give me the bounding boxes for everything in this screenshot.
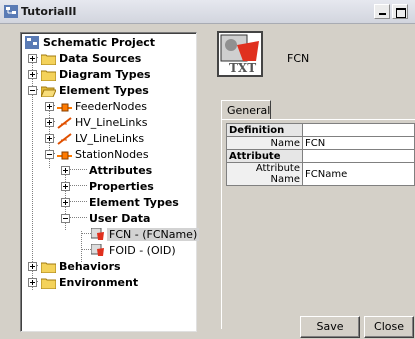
user-data-icon (91, 228, 104, 240)
section-header: Attribute (226, 149, 303, 163)
section-header: Definition (226, 123, 303, 137)
project-icon (25, 36, 39, 49)
tab-general[interactable]: General (221, 100, 271, 119)
line-link-icon (57, 117, 72, 129)
folder-icon (41, 278, 56, 289)
tree-label: StationNodes (75, 148, 149, 161)
tree-label: Properties (89, 180, 154, 193)
svg-text:TXT: TXT (229, 61, 256, 75)
close-button[interactable]: Close (364, 316, 414, 338)
table-row: Attribute (226, 149, 415, 163)
window-title: TutorialII (21, 5, 77, 18)
node-type-icon (57, 103, 72, 112)
expand-icon[interactable] (28, 278, 37, 287)
tree-label: Attributes (89, 164, 153, 177)
tree-label: Environment (59, 276, 139, 289)
tree-label: HV_LineLinks (75, 116, 148, 129)
properties-table: Definition Name FCN Attribute Attribute … (226, 123, 415, 186)
table-row: Attribute Name FCName (226, 162, 415, 186)
expand-icon[interactable] (61, 198, 70, 207)
collapse-icon[interactable] (61, 214, 70, 223)
tree-label: Element Types (89, 196, 179, 209)
line-link-icon (57, 133, 72, 145)
expand-icon[interactable] (45, 118, 54, 127)
table-cell (302, 123, 415, 137)
save-button[interactable]: Save (300, 316, 360, 338)
tree-label: Behaviors (59, 260, 121, 273)
property-key: Attribute Name (226, 162, 303, 186)
tree-label: LV_LineLinks (75, 132, 145, 145)
tree-label: Data Sources (59, 52, 142, 65)
expand-icon[interactable] (28, 54, 37, 63)
expand-icon[interactable] (45, 102, 54, 111)
title-bar[interactable]: TutorialII (0, 0, 415, 24)
tree-label: Diagram Types (59, 68, 151, 81)
collapse-icon[interactable] (45, 150, 54, 159)
user-data-large-icon: TXT (217, 31, 263, 77)
tree-label: FOID - (OID) (109, 244, 176, 257)
user-data-icon (91, 244, 104, 256)
expand-icon[interactable] (28, 70, 37, 79)
folder-icon (41, 262, 56, 273)
name-value-field[interactable]: FCN (302, 136, 415, 150)
expand-icon[interactable] (28, 262, 37, 271)
application-window: TutorialII Schematic Project Data Source… (0, 0, 415, 339)
open-folder-icon (41, 86, 56, 97)
selected-item-title: FCN (287, 52, 310, 65)
folder-icon (41, 70, 56, 81)
collapse-icon[interactable] (28, 86, 37, 95)
maximize-button[interactable] (392, 4, 408, 19)
tree-label: FCN - (FCName) (107, 228, 200, 241)
expand-icon[interactable] (61, 166, 70, 175)
tree-label: FeederNodes (75, 100, 147, 113)
app-icon (4, 5, 18, 18)
tree-label: Element Types (59, 84, 149, 97)
table-row: Definition (226, 123, 415, 137)
table-row: Name FCN (226, 136, 415, 150)
tab-label: General (227, 104, 271, 117)
expand-icon[interactable] (61, 182, 70, 191)
attribute-name-value-field[interactable]: FCName (302, 162, 415, 186)
tree-label: Schematic Project (43, 36, 156, 49)
property-key: Name (226, 136, 303, 150)
project-tree[interactable]: Schematic Project Data Sources Diagram T… (20, 32, 200, 332)
table-cell (302, 149, 415, 163)
folder-icon (41, 54, 56, 65)
tree-label: User Data (89, 212, 151, 225)
node-type-icon (57, 151, 72, 160)
expand-icon[interactable] (45, 134, 54, 143)
minimize-button[interactable] (374, 4, 390, 19)
